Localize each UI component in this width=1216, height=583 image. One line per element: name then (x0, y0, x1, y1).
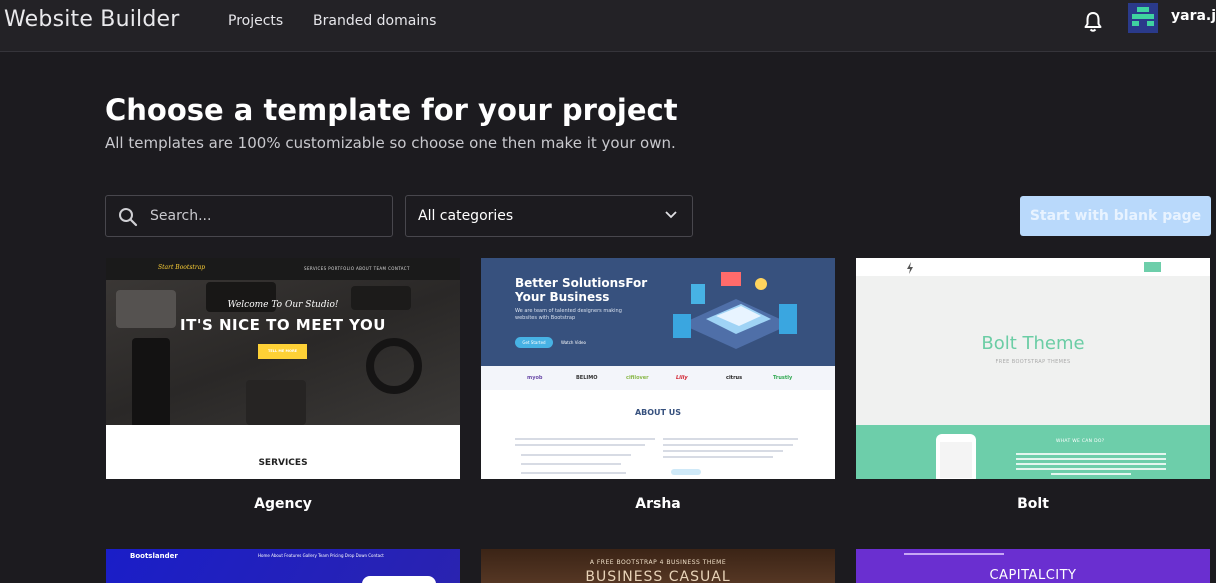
agency-headline: IT'S NICE TO MEET YOU (180, 316, 386, 334)
avatar[interactable] (1128, 3, 1158, 33)
bolt-section-title: WHAT WE CAN DO? (1056, 439, 1105, 444)
template-name[interactable]: Bolt (856, 496, 1210, 512)
username[interactable]: yara.jk (1171, 8, 1216, 24)
agency-nav-links: SERVICES PORTFOLIO ABOUT TEAM CONTACT (304, 266, 410, 271)
business-casual-tagline: A FREE BOOTSTRAP 4 BUSINESS THEME (589, 559, 727, 566)
app-brand[interactable]: Website Builder (4, 7, 180, 32)
category-select[interactable]: All categories (405, 195, 693, 237)
arsha-section-title: ABOUT US (634, 408, 682, 417)
bootslander-logo: Bootslander (130, 552, 178, 560)
agency-logo: Start Bootstrap (158, 264, 206, 271)
template-thumbnail[interactable]: Bolt Theme FREE BOOTSTRAP THEMES WHAT WE… (856, 258, 1210, 479)
arsha-text: We are team of talented designers making… (515, 308, 622, 321)
bolt-subtitle: FREE BOOTSTRAP THEMES (995, 359, 1071, 365)
agency-cta: TELL ME MORE (258, 344, 307, 359)
arsha-illustration (673, 272, 797, 349)
agency-navbar: Start Bootstrap SERVICES PORTFOLIO ABOUT… (106, 258, 460, 280)
page-title: Choose a template for your project (105, 93, 678, 127)
nav-projects[interactable]: Projects (228, 13, 283, 29)
search-icon (119, 208, 138, 227)
search-box (105, 195, 393, 237)
template-card-business-casual[interactable]: A FREE BOOTSTRAP 4 BUSINESS THEME BUSINE… (481, 549, 835, 583)
start-blank-page-button[interactable]: Start with blank page (1020, 196, 1211, 236)
arsha-watch: Watch Video (561, 340, 586, 345)
bell-icon[interactable] (1083, 11, 1103, 33)
template-name[interactable]: Arsha (481, 496, 835, 512)
template-card-bootslander[interactable]: Bootslander Home About Features Gallery … (106, 549, 460, 583)
business-casual-title: BUSINESS CASUAL (585, 569, 731, 583)
template-thumbnail[interactable]: Better SolutionsFor Your Business We are… (481, 258, 835, 479)
template-card-capitalcity[interactable]: CAPITALCITY (856, 549, 1210, 583)
bolt-logo-icon (907, 262, 913, 274)
arsha-cta: Get Started (515, 337, 553, 348)
bootslander-nav: Home About Features Gallery Team Pricing… (258, 553, 384, 558)
category-select-value: All categories (418, 208, 514, 224)
nav-branded-domains[interactable]: Branded domains (313, 13, 436, 29)
chevron-down-icon (665, 211, 677, 219)
capitalcity-title: CAPITALCITY (989, 568, 1077, 583)
agency-section-title: SERVICES (258, 458, 308, 468)
bolt-phone-graphic (936, 434, 976, 479)
template-thumbnail[interactable]: Start Bootstrap SERVICES PORTFOLIO ABOUT… (106, 258, 460, 479)
search-input[interactable] (150, 205, 380, 227)
arsha-headline: Better SolutionsFor Your Business (515, 276, 648, 304)
template-name[interactable]: Agency (106, 496, 460, 512)
top-bar: Website Builder Projects Branded domains… (0, 0, 1216, 52)
page-subtitle: All templates are 100% customizable so c… (105, 134, 676, 152)
bolt-title: Bolt Theme (981, 333, 1085, 354)
arsha-client-logos: myob BELIMO cifilover Lilly citrus Trust… (481, 366, 835, 390)
arsha-hero: Better SolutionsFor Your Business We are… (481, 258, 835, 366)
agency-welcome: Welcome To Our Studio! (227, 300, 339, 310)
